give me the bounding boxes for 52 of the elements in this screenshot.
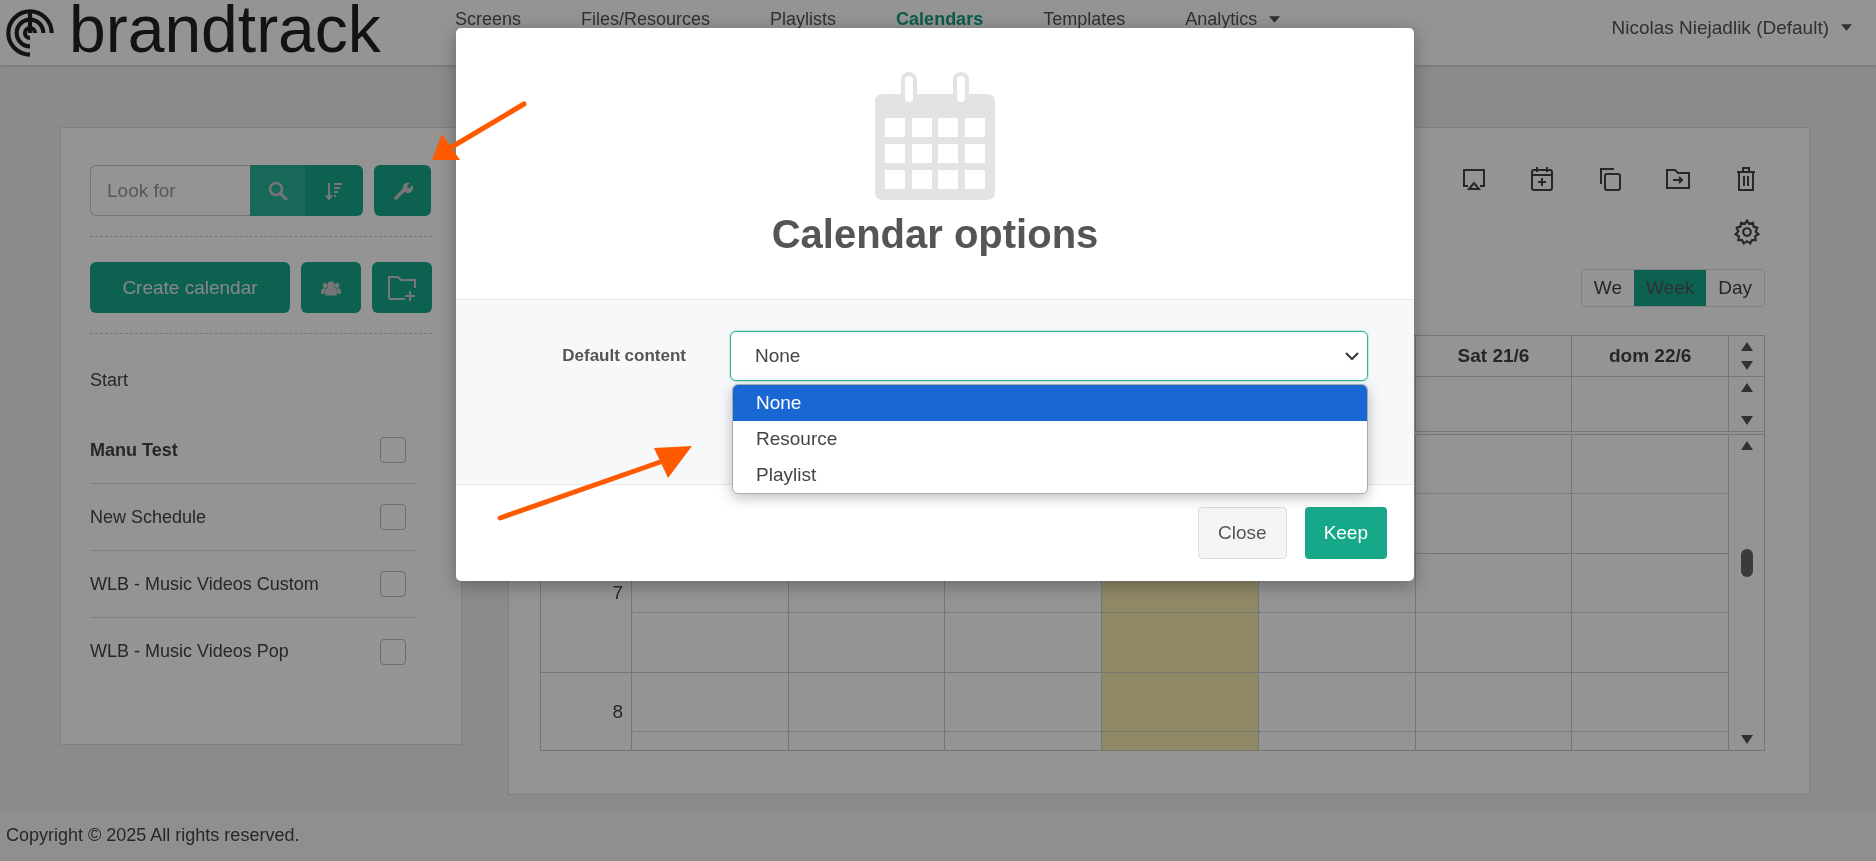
scroll-down-icon[interactable] bbox=[1740, 735, 1753, 744]
spiral-logo-icon bbox=[5, 7, 55, 58]
caret-icon bbox=[1269, 16, 1281, 23]
folder-plus-icon bbox=[387, 273, 417, 302]
scroll-down-icon[interactable] bbox=[1740, 361, 1753, 370]
nav-link[interactable]: Calendars bbox=[896, 9, 984, 30]
copyright-text: Copyright © 2025 All rights reserved. bbox=[6, 825, 300, 846]
checkbox[interactable] bbox=[380, 504, 406, 530]
caret-icon bbox=[1841, 24, 1852, 31]
select-field[interactable]: None bbox=[730, 331, 1368, 381]
search-field[interactable]: Look for bbox=[90, 165, 250, 216]
calendar-icon bbox=[875, 72, 995, 200]
hour-label: 8 bbox=[612, 701, 623, 723]
checkbox[interactable] bbox=[380, 437, 406, 463]
dropdown-option[interactable]: Playlist bbox=[733, 457, 1367, 493]
sort-icon bbox=[324, 180, 344, 201]
folder-arrow-icon[interactable] bbox=[1665, 166, 1691, 192]
section-label: Start bbox=[90, 370, 129, 391]
user-menu[interactable]: Nicolas Niejadlik (Default) bbox=[1611, 16, 1852, 39]
scroll-up-icon[interactable] bbox=[1740, 342, 1753, 351]
nav-link[interactable]: Templates bbox=[1043, 9, 1126, 30]
day-header: dom 22/6 bbox=[1609, 345, 1692, 367]
dropdown-option[interactable]: None bbox=[733, 385, 1367, 421]
keep-button[interactable]: Keep bbox=[1304, 507, 1387, 559]
calendar-item[interactable]: WLB - Music Videos Custom bbox=[90, 573, 319, 595]
close-button[interactable]: Close bbox=[1198, 507, 1287, 559]
checkbox[interactable] bbox=[380, 571, 406, 597]
nav-link[interactable]: Analytics bbox=[1185, 9, 1281, 30]
day-header: Sat 21/6 bbox=[1457, 345, 1530, 367]
chevron-down-icon bbox=[1345, 351, 1359, 361]
scrollbar-thumb[interactable] bbox=[1740, 548, 1753, 577]
brand-logo: brandtrack bbox=[69, 0, 381, 60]
search-icon bbox=[267, 180, 288, 201]
calendar-item[interactable]: WLB - Music Videos Pop bbox=[90, 641, 289, 662]
field-label: Default content bbox=[561, 346, 687, 366]
calendar-item[interactable]: New Schedule bbox=[90, 506, 207, 528]
copy-icon[interactable] bbox=[1597, 166, 1623, 192]
nav-link[interactable]: Screens bbox=[455, 9, 522, 30]
wrench-icon bbox=[392, 180, 413, 201]
dialog-title: Calendar options bbox=[771, 212, 1099, 257]
dropdown-option[interactable]: Resource bbox=[733, 421, 1367, 457]
calendar-item[interactable]: Manu Test bbox=[90, 439, 178, 461]
scroll-up-icon[interactable] bbox=[1740, 441, 1753, 450]
nav-link[interactable]: Playlists bbox=[770, 9, 837, 30]
scroll-down-icon[interactable] bbox=[1740, 416, 1753, 425]
hour-label: 7 bbox=[612, 582, 623, 604]
settings-icon[interactable] bbox=[1734, 219, 1760, 245]
nav-link[interactable]: Files/Resources bbox=[581, 9, 711, 30]
checkbox[interactable] bbox=[380, 638, 406, 665]
screen-cast-icon[interactable] bbox=[1461, 166, 1487, 192]
calendar-plus-icon[interactable] bbox=[1529, 166, 1555, 192]
scroll-up-icon[interactable] bbox=[1740, 383, 1753, 392]
